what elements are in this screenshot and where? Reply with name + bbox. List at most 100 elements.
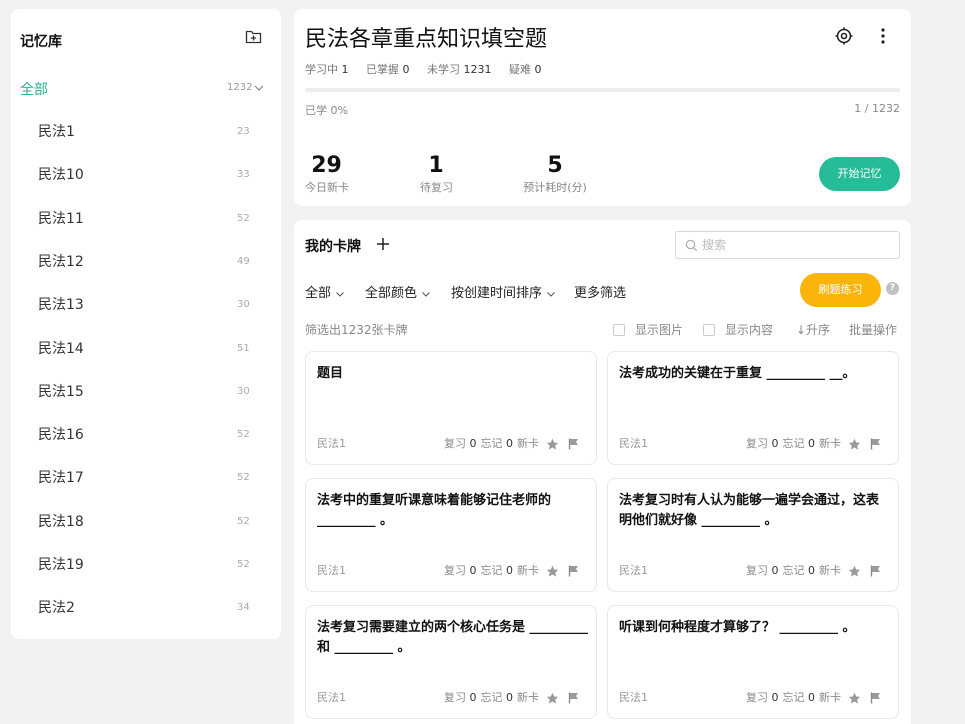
- sidebar-item[interactable]: 民法1 23: [11, 118, 281, 146]
- chevron-down-icon: [547, 291, 555, 297]
- chevron-down-icon[interactable]: [253, 82, 265, 94]
- start-memorize-button[interactable]: 开始记忆: [819, 157, 900, 191]
- card[interactable]: 法考复习需要建立的两个核心任务是 _________ 和 _________ 。…: [305, 605, 597, 719]
- card-question: 题目: [317, 366, 344, 381]
- card-deck: 民法1: [619, 437, 648, 450]
- show-content-checkbox[interactable]: [703, 324, 715, 336]
- sort-dropdown[interactable]: 按创建时间排序: [451, 282, 556, 301]
- card-stats: 复习 0 忘记 0 新卡: [444, 437, 539, 450]
- sidebar-item-label: 民法1: [38, 124, 75, 140]
- card-question: 听课到何种程度才算够了？ _________ 。: [619, 620, 856, 635]
- card[interactable]: 听课到何种程度才算够了？ _________ 。民法1 复习 0 忘记 0 新卡: [607, 605, 899, 719]
- more-vertical-icon[interactable]: [876, 26, 890, 46]
- sidebar-item-label: 民法18: [38, 513, 84, 530]
- deck-header: 民法各章重点知识填空题 学习中 1 已掌握 0 未学习 1231 疑难 0 已学…: [294, 9, 911, 206]
- metric-to-review: 1 待复习: [420, 153, 453, 195]
- batch-operation-button[interactable]: 批量操作: [849, 321, 897, 338]
- sidebar: 记忆库 全部 1232 民法1 23 民法10 33 民法11 52 民法12 49 民法13 3…: [11, 9, 281, 639]
- star-icon[interactable]: [546, 565, 559, 578]
- sidebar-item-label: 民法11: [38, 210, 84, 227]
- practice-button[interactable]: 刷题练习: [800, 273, 881, 307]
- card-question: 法考成功的关键在于重复 _________ __。: [619, 366, 856, 381]
- sidebar-item-count: 51: [237, 342, 250, 354]
- card-stats: 复习 0 忘记 0 新卡: [746, 564, 841, 577]
- flag-icon[interactable]: [568, 565, 579, 577]
- filter-result-count: 筛选出1232张卡牌: [305, 323, 408, 337]
- star-icon[interactable]: [848, 692, 861, 705]
- card-stats: 复习 0 忘记 0 新卡: [444, 691, 539, 704]
- ascending-sort-button[interactable]: ↓升序: [796, 321, 830, 338]
- flag-icon[interactable]: [870, 692, 881, 704]
- star-icon[interactable]: [546, 438, 559, 451]
- sidebar-item[interactable]: 民法15 30: [11, 378, 281, 406]
- sidebar-item-count: 52: [237, 429, 250, 441]
- sidebar-item[interactable]: 民法12 49: [11, 248, 281, 276]
- card-question: 法考复习时有人认为能够一遍学会通过，这表明他们就好像 _________ 。: [619, 493, 880, 528]
- sidebar-item-count: 33: [237, 169, 250, 181]
- flag-icon[interactable]: [568, 692, 579, 704]
- sidebar-all-count: 1232: [227, 82, 253, 93]
- sidebar-item-label: 民法10: [38, 167, 84, 184]
- sidebar-item[interactable]: 民法11 52: [11, 205, 281, 233]
- chevron-down-icon: [336, 291, 344, 297]
- show-image-checkbox[interactable]: [613, 324, 625, 336]
- card-deck: 民法1: [619, 691, 648, 704]
- card[interactable]: 题目 民法1 复习 0 忘记 0 新卡: [305, 351, 597, 465]
- sidebar-item-count: 52: [237, 212, 250, 224]
- learned-percent: 已学 0%: [305, 104, 348, 117]
- cards-panel: 我的卡牌 全部 全部颜色 按创建时间排序 更多筛选 刷题练习 ? 筛选出1232…: [294, 220, 911, 724]
- card-question: 法考复习需要建立的两个核心任务是 _________ 和 _________ 。: [317, 620, 589, 655]
- search-input[interactable]: [702, 235, 892, 255]
- target-icon[interactable]: [834, 26, 854, 46]
- flag-icon[interactable]: [568, 438, 579, 450]
- search-box[interactable]: [675, 231, 900, 259]
- sidebar-item-label: 民法12: [38, 253, 84, 270]
- filter-all-dropdown[interactable]: 全部: [305, 282, 345, 301]
- sidebar-item-label: 民法2: [38, 600, 75, 617]
- sidebar-item[interactable]: 民法13 30: [11, 291, 281, 319]
- flag-icon[interactable]: [870, 438, 881, 450]
- sidebar-item[interactable]: 民法17 52: [11, 464, 281, 492]
- star-icon[interactable]: [848, 565, 861, 578]
- sidebar-item-label: 民法19: [38, 557, 84, 573]
- sidebar-item-label: 民法13: [38, 297, 84, 314]
- sidebar-item[interactable]: 民法14 51: [11, 335, 281, 363]
- help-icon[interactable]: ?: [886, 282, 899, 295]
- sidebar-item[interactable]: 民法19 52: [11, 551, 281, 579]
- show-content-toggle[interactable]: 显示内容: [703, 321, 773, 338]
- star-icon[interactable]: [546, 692, 559, 705]
- sidebar-item-count: 34: [237, 602, 250, 614]
- sidebar-item-count: 30: [237, 299, 250, 311]
- sidebar-item-count: 52: [237, 472, 250, 484]
- sidebar-item[interactable]: 民法16 52: [11, 421, 281, 449]
- show-image-toggle[interactable]: 显示图片: [613, 321, 683, 338]
- metric-estimated-time: 5 预计耗时(分): [523, 153, 587, 195]
- sidebar-title: 记忆库: [20, 34, 62, 50]
- sidebar-item-label: 民法14: [38, 340, 84, 357]
- star-icon[interactable]: [848, 438, 861, 451]
- add-card-icon[interactable]: [376, 237, 390, 251]
- card-stats: 复习 0 忘记 0 新卡: [746, 691, 841, 704]
- add-folder-icon[interactable]: [245, 28, 262, 45]
- sidebar-item[interactable]: 民法2 34: [11, 594, 281, 622]
- card-stats: 复习 0 忘记 0 新卡: [746, 437, 841, 450]
- more-filters-button[interactable]: 更多筛选: [574, 282, 626, 301]
- progress-bar: [305, 88, 900, 92]
- filter-color-dropdown[interactable]: 全部颜色: [365, 282, 431, 301]
- card[interactable]: 法考成功的关键在于重复 _________ __。 民法1 复习 0 忘记 0 新卡: [607, 351, 899, 465]
- card-deck: 民法1: [317, 691, 346, 704]
- sidebar-item-all[interactable]: 全部: [20, 79, 48, 99]
- sidebar-item-count: 52: [237, 559, 250, 570]
- sidebar-item-label: 民法16: [38, 427, 84, 444]
- sidebar-item-label: 民法17: [38, 470, 84, 487]
- page-title: 民法各章重点知识填空题: [305, 27, 548, 52]
- sidebar-item-count: 49: [237, 255, 250, 267]
- card-question: 法考中的重复听课意味着能够记住老师的_________ 。: [317, 493, 552, 528]
- sidebar-item[interactable]: 民法18 52: [11, 508, 281, 536]
- sidebar-item-count: 30: [237, 385, 250, 397]
- sidebar-item[interactable]: 民法10 33: [11, 161, 281, 189]
- card[interactable]: 法考复习时有人认为能够一遍学会通过，这表明他们就好像 _________ 。民法…: [607, 478, 899, 592]
- flag-icon[interactable]: [870, 565, 881, 577]
- deck-stats: 学习中 1 已掌握 0 未学习 1231 疑难 0: [305, 63, 542, 76]
- card[interactable]: 法考中的重复听课意味着能够记住老师的_________ 。民法1 复习 0 忘记 0…: [305, 478, 597, 592]
